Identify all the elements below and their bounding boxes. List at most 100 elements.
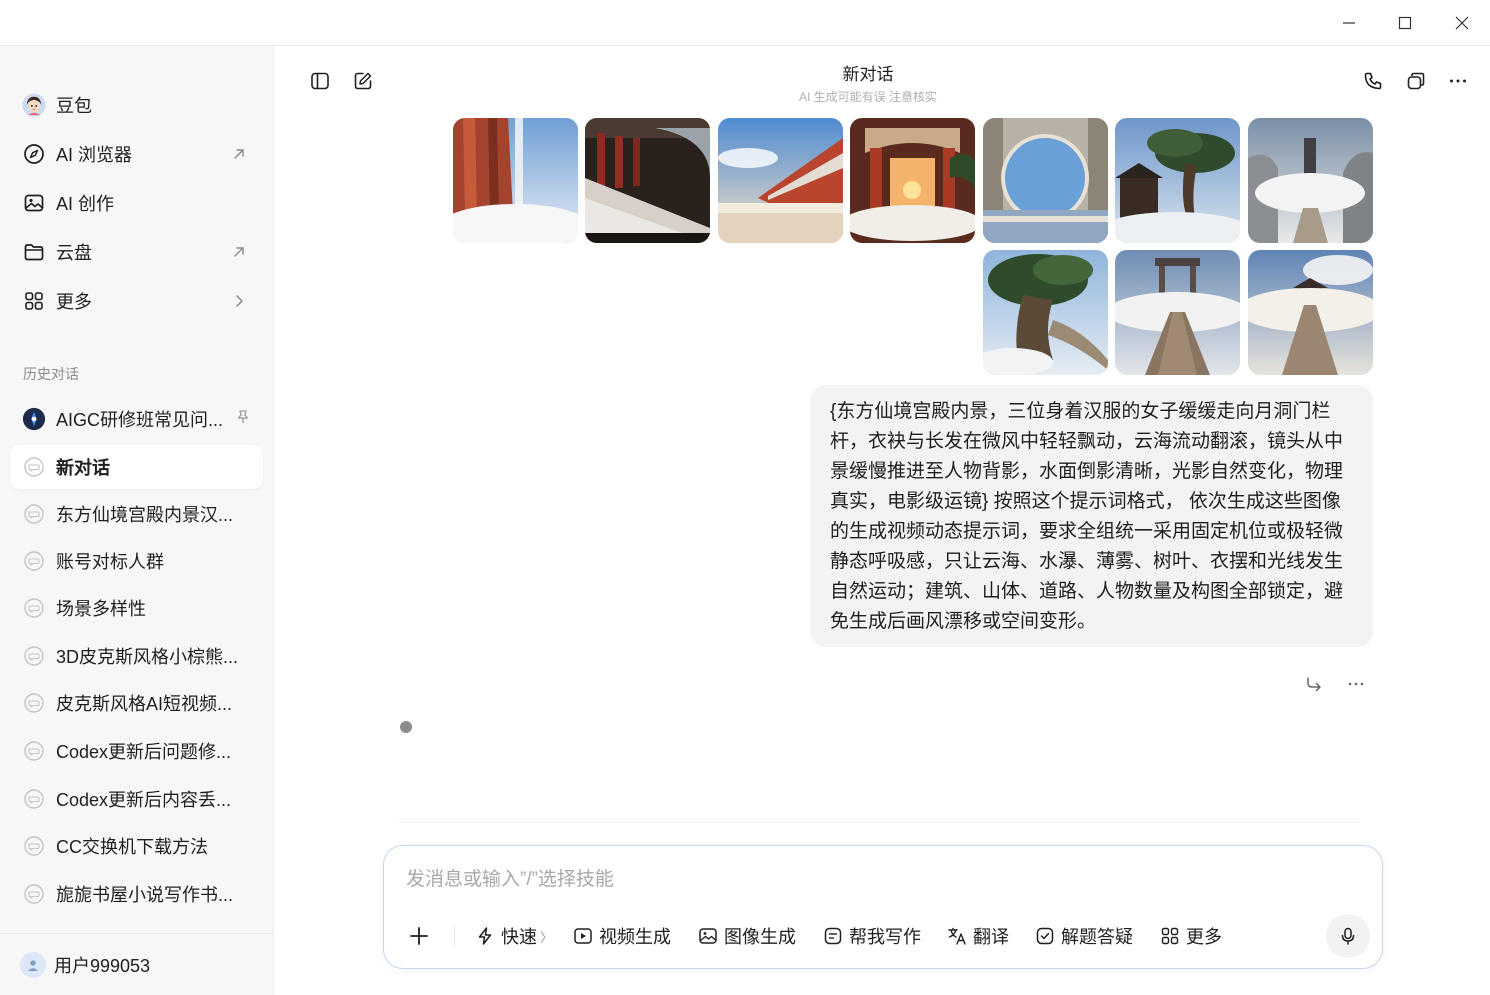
minimize-button[interactable] bbox=[1334, 8, 1364, 38]
external-arrow-icon bbox=[228, 241, 250, 263]
image-thumbnail[interactable] bbox=[850, 118, 975, 243]
new-chat-button[interactable] bbox=[348, 66, 378, 96]
history-item-active[interactable]: 新对话 bbox=[10, 445, 263, 489]
grid-icon bbox=[1159, 925, 1181, 947]
share-button[interactable] bbox=[1401, 66, 1431, 96]
chat-bubble-icon bbox=[22, 882, 46, 906]
translate-button[interactable]: 翻译 bbox=[946, 922, 1009, 950]
image-thumbnail[interactable] bbox=[983, 118, 1108, 243]
divider bbox=[398, 822, 1360, 823]
history-item[interactable]: AIGC研修班常见问... bbox=[10, 397, 263, 441]
copy-window-icon bbox=[1407, 72, 1425, 90]
history-item[interactable]: Codex更新后问题修... bbox=[10, 729, 263, 773]
image-thumbnail[interactable] bbox=[1115, 118, 1240, 243]
image-thumbnail[interactable] bbox=[453, 118, 578, 243]
history-item[interactable]: 旎旎书屋小说写作书... bbox=[10, 872, 263, 916]
history-item[interactable]: 东方仙境宫殿内景汉... bbox=[10, 492, 263, 536]
history-item-label: Codex更新后内容丢... bbox=[56, 790, 232, 810]
tool-label: 更多 bbox=[1186, 927, 1222, 947]
history-item-label: AIGC研修班常见问... bbox=[56, 410, 224, 430]
tool-label: 快速 bbox=[501, 927, 537, 947]
history-section-title: 历史对话 bbox=[23, 366, 79, 382]
chat-bubble-icon bbox=[22, 691, 46, 715]
folder-icon bbox=[22, 240, 46, 264]
pin-icon[interactable] bbox=[235, 409, 251, 430]
image-icon bbox=[697, 925, 719, 947]
more-options-button[interactable] bbox=[1443, 66, 1473, 96]
user-avatar-icon bbox=[20, 951, 46, 978]
avatar-icon bbox=[22, 93, 46, 117]
write-icon bbox=[822, 925, 844, 947]
window-titlebar bbox=[0, 0, 1490, 46]
message-more-button[interactable] bbox=[1342, 670, 1370, 698]
close-window-button[interactable] bbox=[1447, 8, 1477, 38]
sidebar-item-ai-browser[interactable]: AI 浏览器 bbox=[12, 133, 262, 175]
history-item-label: 旎旎书屋小说写作书... bbox=[56, 885, 234, 905]
history-item[interactable]: CC交换机下载方法 bbox=[10, 824, 263, 868]
sidebar-item-label: 更多 bbox=[56, 292, 92, 312]
image-generate-button[interactable]: 图像生成 bbox=[697, 922, 796, 950]
share-message-button[interactable] bbox=[1300, 670, 1328, 698]
toolbar-separator bbox=[454, 926, 455, 946]
image-thumbnail[interactable] bbox=[1248, 250, 1373, 375]
sidebar-item-cloud-drive[interactable]: 云盘 bbox=[12, 231, 262, 273]
compass-icon bbox=[22, 142, 46, 166]
call-button[interactable] bbox=[1358, 66, 1388, 96]
sidebar-item-more[interactable]: 更多 bbox=[12, 280, 262, 322]
history-item[interactable]: 3D皮克斯风格小棕熊... bbox=[10, 634, 263, 678]
lightning-icon bbox=[474, 925, 496, 947]
plus-icon bbox=[410, 927, 428, 945]
message-input[interactable] bbox=[406, 866, 1306, 894]
history-item-label: 东方仙境宫殿内景汉... bbox=[56, 505, 234, 525]
edit-icon bbox=[354, 72, 372, 90]
tool-suffix: 〉 bbox=[540, 929, 554, 945]
history-item[interactable]: 场景多样性 bbox=[10, 586, 263, 630]
chat-bubble-icon bbox=[22, 549, 46, 573]
video-icon bbox=[572, 925, 594, 947]
image-thumbnail[interactable] bbox=[1248, 118, 1373, 243]
user-message-bubble: {东方仙境宫殿内景，三位身着汉服的女子缓缓走向月洞门栏杆，衣袂与长发在微风中轻轻… bbox=[810, 385, 1373, 647]
phone-icon bbox=[1364, 72, 1382, 90]
history-item-label: 场景多样性 bbox=[56, 599, 146, 619]
user-profile[interactable]: 用户999053 bbox=[0, 933, 273, 995]
chat-bubble-icon bbox=[22, 644, 46, 668]
history-item-label: 新对话 bbox=[56, 458, 110, 478]
more-horizontal-icon bbox=[1450, 79, 1466, 83]
page-subtitle: AI 生成可能有误 注意核实 bbox=[798, 90, 937, 104]
more-tools-button[interactable]: 更多 bbox=[1159, 922, 1222, 950]
translate-icon bbox=[946, 925, 968, 947]
history-item-label: 账号对标人群 bbox=[56, 552, 164, 572]
sidebar-item-label: AI 浏览器 bbox=[56, 145, 133, 165]
mode-fast-button[interactable]: 快速 〉 bbox=[474, 922, 553, 950]
solve-icon bbox=[1034, 925, 1056, 947]
chat-bubble-icon bbox=[22, 739, 46, 763]
chat-bubble-icon bbox=[22, 787, 46, 811]
sidebar-item-label: 豆包 bbox=[56, 96, 92, 116]
minimize-icon bbox=[1343, 22, 1355, 24]
chat-bubble-icon bbox=[22, 834, 46, 858]
image-icon bbox=[22, 191, 46, 215]
toggle-sidebar-button[interactable] bbox=[305, 66, 335, 96]
history-item-label: Codex更新后问题修... bbox=[56, 742, 232, 762]
more-horizontal-icon bbox=[1348, 682, 1364, 686]
sidebar-item-ai-create[interactable]: AI 创作 bbox=[12, 182, 262, 224]
history-item[interactable]: 账号对标人群 bbox=[10, 539, 263, 583]
maximize-button[interactable] bbox=[1390, 8, 1420, 38]
problem-solving-button[interactable]: 解题答疑 bbox=[1034, 922, 1133, 950]
writing-assistant-button[interactable]: 帮我写作 bbox=[822, 922, 921, 950]
history-item[interactable]: Codex更新后内容丢... bbox=[10, 777, 263, 821]
image-thumbnail[interactable] bbox=[718, 118, 843, 243]
microphone-icon bbox=[1341, 927, 1355, 945]
video-generate-button[interactable]: 视频生成 bbox=[572, 922, 671, 950]
history-item[interactable]: 皮克斯风格AI短视频... bbox=[10, 681, 263, 725]
image-thumbnail[interactable] bbox=[1115, 250, 1240, 375]
image-thumbnail[interactable] bbox=[585, 118, 710, 243]
sidebar: 豆包 AI 浏览器 AI 创作 云盘 更多 历史对话 AIGC研修班常见问...… bbox=[0, 46, 274, 995]
tool-label: 图像生成 bbox=[724, 927, 796, 947]
sidebar-item-doubao[interactable]: 豆包 bbox=[12, 84, 262, 126]
attach-button[interactable] bbox=[408, 922, 430, 950]
voice-input-button[interactable] bbox=[1326, 914, 1370, 958]
sidebar-item-label: 云盘 bbox=[56, 243, 92, 263]
image-thumbnail[interactable] bbox=[983, 250, 1108, 375]
history-item-label: 3D皮克斯风格小棕熊... bbox=[56, 647, 239, 667]
